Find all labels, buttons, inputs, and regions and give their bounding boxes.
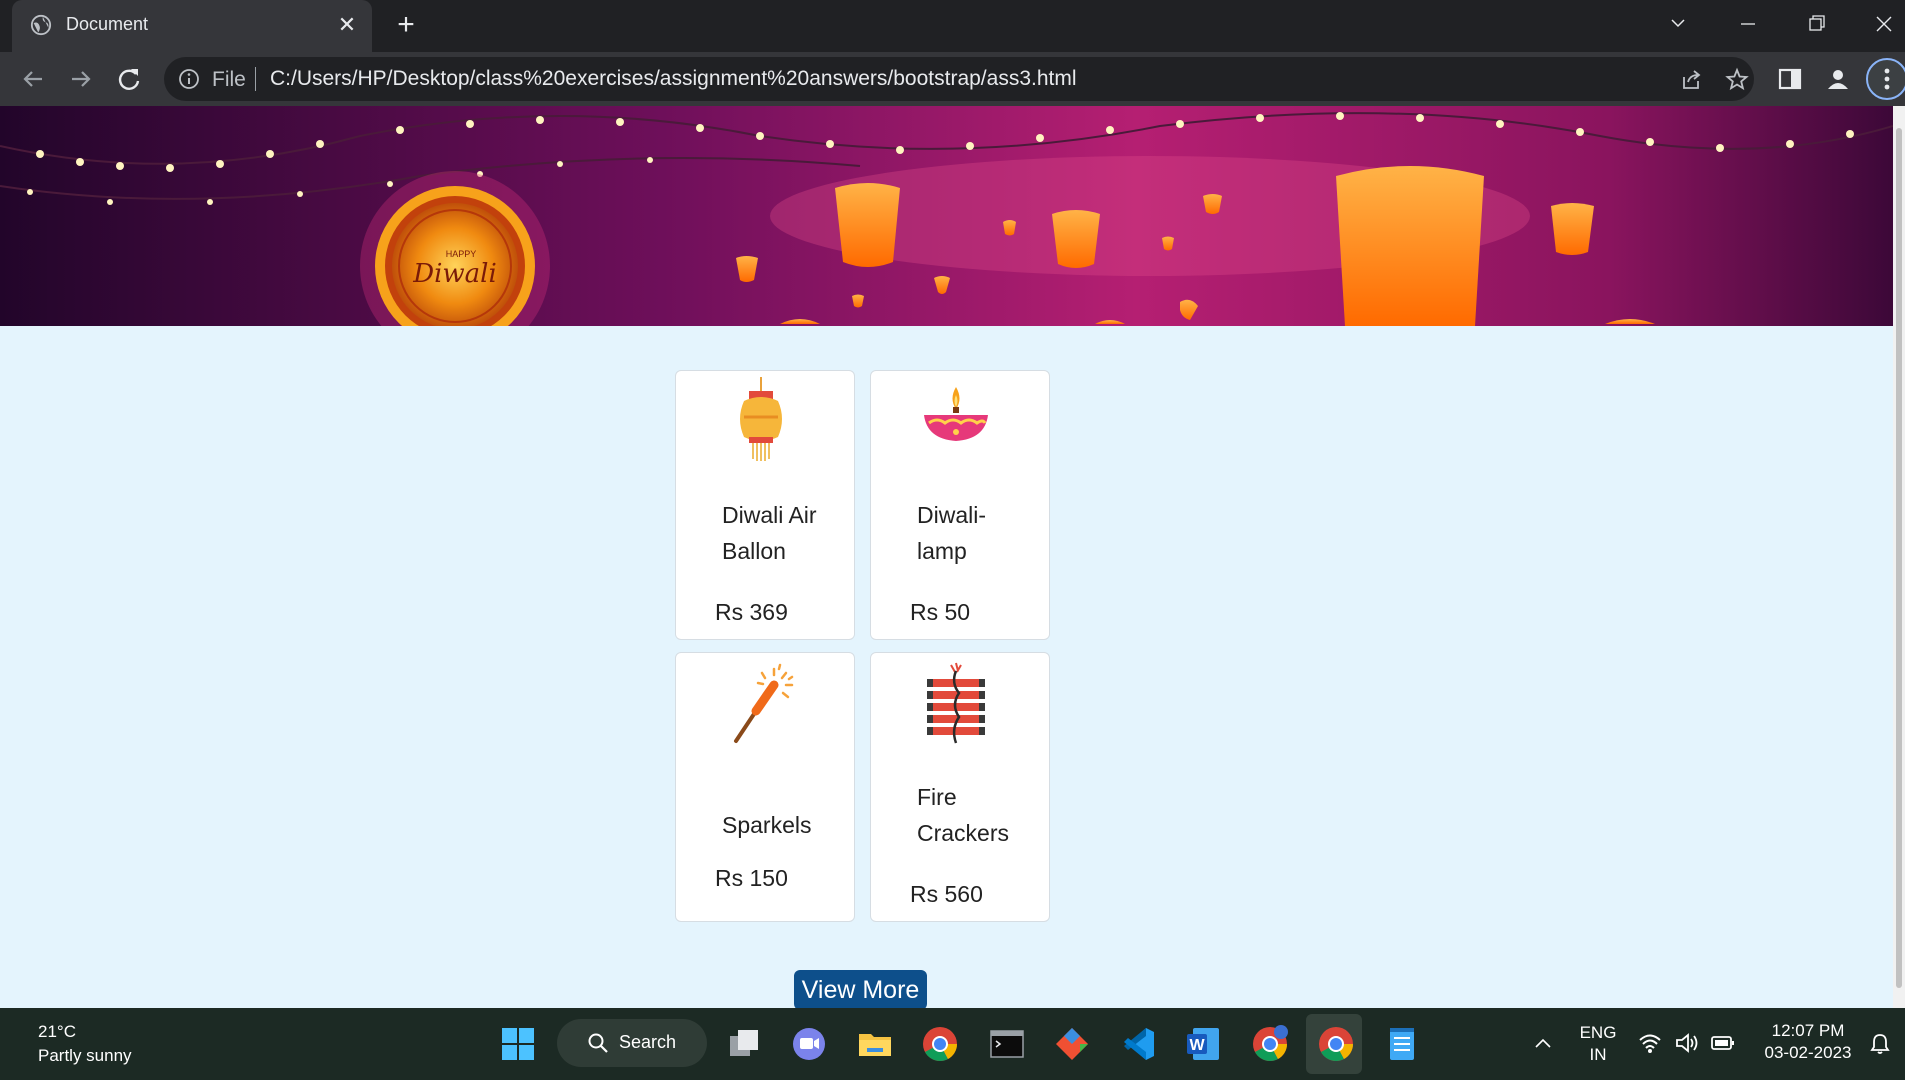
site-info-icon[interactable] [178,68,200,90]
product-name: Sparkels [722,807,832,843]
region-code: IN [1589,1045,1607,1064]
banner-illustration: HAPPY Diwali [0,106,1893,326]
url-text[interactable]: C:/Users/HP/Desktop/class%20exercises/as… [270,67,1077,91]
profile-icon[interactable] [1824,65,1852,93]
side-panel-icon[interactable] [1776,65,1804,93]
svg-text:W: W [1189,1037,1205,1054]
weather-widget[interactable]: 21°C Partly sunny [38,1020,132,1068]
windows-taskbar: 21°C Partly sunny Search W ENG IN 12:07 … [0,1008,1905,1080]
product-card[interactable]: Diwali Air Ballon Rs 369 [675,370,855,640]
product-name-line: lamp [917,538,967,564]
product-price: Rs 150 [715,865,788,891]
new-tab-button[interactable]: + [390,10,422,42]
diwali-banner: HAPPY Diwali [0,106,1893,326]
lantern-icon [740,377,782,461]
bookmark-star-icon[interactable] [1724,67,1750,93]
diya-icon [924,387,988,441]
address-divider [255,67,256,91]
product-name-line: Diwali- [917,502,986,528]
word-icon[interactable]: W [1181,1022,1225,1066]
clock-date: 03-02-2023 [1764,1043,1852,1062]
back-arrow-icon[interactable] [16,62,50,96]
product-card[interactable]: Sparkels Rs 150 [675,652,855,922]
minimize-icon[interactable] [1728,8,1768,40]
banner-badge-large: Diwali [412,259,497,289]
language-code: ENG [1579,1023,1617,1042]
restore-icon[interactable] [1796,8,1836,40]
forward-arrow-icon[interactable] [64,62,98,96]
search-icon [588,1033,608,1053]
product-card[interactable]: Fire Crackers Rs 560 [870,652,1050,922]
menu-button[interactable] [1866,58,1905,100]
chevron-up-icon[interactable] [1532,1034,1554,1052]
product-price: Rs 50 [910,599,971,625]
kebab-menu-icon [1884,68,1890,90]
share-icon[interactable] [1678,67,1704,93]
clock[interactable]: 12:07 PM 03-02-2023 [1752,1020,1864,1064]
weather-condition: Partly sunny [38,1046,132,1065]
windows-start-icon[interactable] [496,1022,540,1066]
page-scrollbar[interactable] [1893,106,1905,1008]
product-name: Fire Crackers [917,779,1027,851]
terminal-icon[interactable] [985,1022,1029,1066]
banner-badge-small: HAPPY [446,249,477,259]
volume-icon[interactable] [1674,1032,1700,1054]
globe-icon [30,14,52,36]
view-more-button[interactable]: View More [794,970,927,1008]
reload-icon[interactable] [112,62,146,96]
wifi-icon[interactable] [1638,1032,1662,1054]
product-name-line: Crackers [917,820,1010,846]
tab-search-chevron-icon[interactable] [1658,8,1698,40]
sparkler-icon [734,663,794,743]
notepad-icon[interactable] [1380,1022,1424,1066]
product-name-line: Fire [917,784,957,810]
close-window-icon[interactable] [1864,8,1904,40]
page-viewport: HAPPY Diwali Diwali Air Ballon Rs 369 Di… [0,106,1893,1008]
tab-document[interactable]: Document ✕ [12,0,372,52]
address-bar[interactable]: File C:/Users/HP/Desktop/class%20exercis… [164,57,1754,101]
teams-chat-icon[interactable] [787,1022,831,1066]
tab-title: Document [66,14,149,34]
language-indicator[interactable]: ENG IN [1572,1022,1624,1066]
taskbar-search[interactable]: Search [557,1019,707,1067]
chrome-icon[interactable] [918,1022,962,1066]
product-name: Diwali Air Ballon [722,497,832,569]
tab-close-icon[interactable]: ✕ [334,12,360,38]
product-price: Rs 560 [910,881,983,907]
battery-icon[interactable] [1710,1033,1736,1053]
chrome-profile-icon[interactable] [1248,1022,1292,1066]
chrome-active-icon[interactable] [1314,1022,1358,1066]
scrollbar-thumb[interactable] [1896,128,1902,988]
product-name-line: Sparkels [722,812,812,838]
clock-time: 12:07 PM [1771,1021,1845,1040]
firecracker-icon [927,662,985,744]
vscode-icon[interactable] [1116,1022,1160,1066]
task-view-icon[interactable] [722,1022,766,1066]
product-price: Rs 369 [715,599,788,625]
file-explorer-icon[interactable] [853,1022,897,1066]
scheme-label: File [212,68,246,91]
product-name-line: Ballon [722,538,786,564]
tab-strip: Document ✕ + [0,0,1905,52]
weather-temperature: 21°C [38,1022,76,1041]
notification-bell-icon[interactable] [1868,1032,1892,1056]
browser-toolbar: File C:/Users/HP/Desktop/class%20exercis… [0,52,1905,106]
git-tool-icon[interactable] [1050,1022,1094,1066]
search-label: Search [619,1032,677,1052]
product-name: Diwali- lamp [917,497,1027,569]
product-name-line: Diwali Air [722,502,817,528]
product-card[interactable]: Diwali- lamp Rs 50 [870,370,1050,640]
